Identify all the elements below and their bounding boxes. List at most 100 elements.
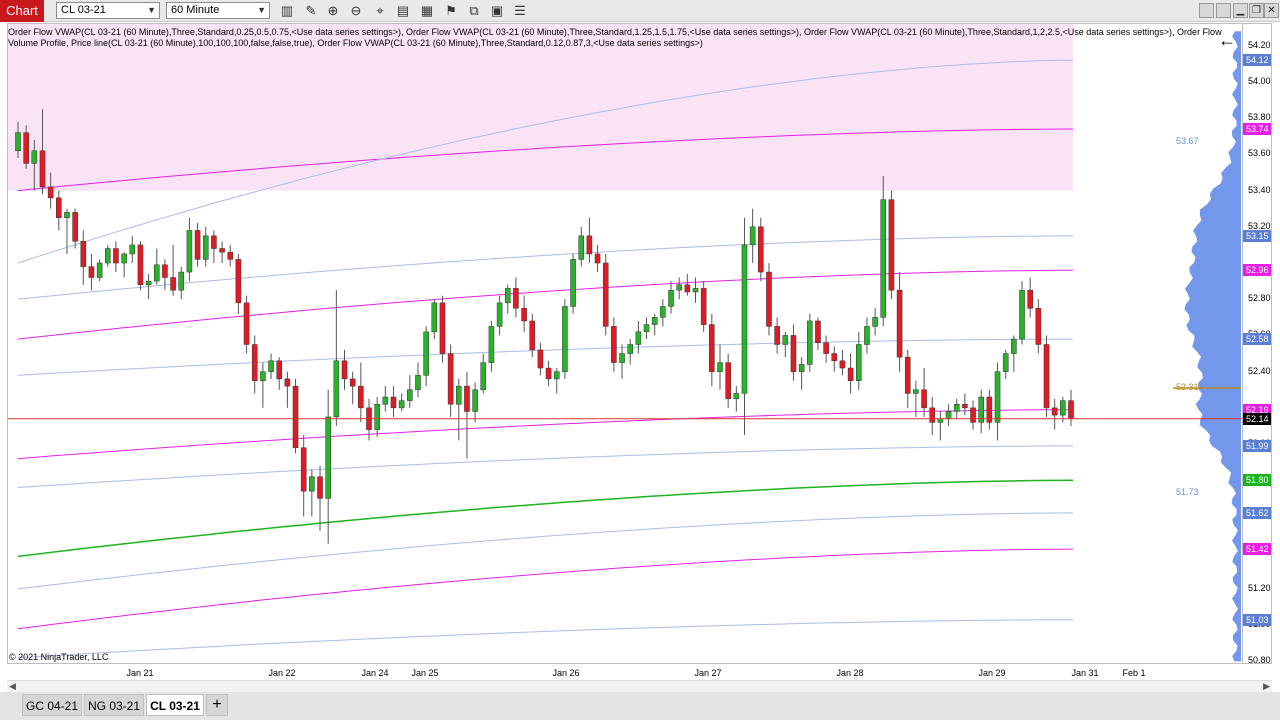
- candle-body: [415, 375, 421, 391]
- templates-icon[interactable]: ⧉: [465, 2, 483, 20]
- arrow-left-icon[interactable]: ←: [1218, 30, 1236, 51]
- bars-icon[interactable]: ▥: [278, 2, 296, 20]
- candle-body: [798, 364, 805, 372]
- candle-body: [300, 447, 307, 492]
- zoom-out-icon[interactable]: ⊖: [347, 2, 365, 20]
- candle-body: [562, 306, 568, 372]
- chart-panel[interactable]: Order Flow VWAP(CL 03-21 (60 Minute),Thr…: [7, 23, 1272, 664]
- candle-body: [537, 349, 544, 369]
- title-bar: Chart CL 03-21 ▼ 60 Minute ▼ ▥ ✎ ⊕ ⊖ ⌖ ▤…: [0, 0, 1280, 22]
- candle-body: [464, 385, 470, 412]
- candle-body: [235, 259, 242, 304]
- candle-body: [407, 389, 413, 401]
- candle-body: [872, 317, 878, 327]
- candle-body: [333, 360, 340, 418]
- price-tick-label: 53.80: [1248, 112, 1271, 123]
- volume-profile-label: 53.67: [1176, 135, 1199, 146]
- candle-body: [96, 262, 103, 278]
- price-marker: 51.80: [1243, 474, 1271, 487]
- vwap-band-line: [17, 548, 1074, 630]
- candle-body: [627, 344, 633, 354]
- restore-icon[interactable]: ❐: [1249, 3, 1264, 18]
- horizontal-scrollbar[interactable]: ◀ ▶: [7, 680, 1272, 692]
- candle-body: [815, 320, 821, 343]
- candle-body: [317, 476, 323, 499]
- candle-body: [88, 266, 95, 278]
- candle-body: [292, 385, 299, 448]
- candle-body: [251, 344, 258, 381]
- candle-body: [847, 367, 854, 381]
- candle-body: [145, 280, 152, 285]
- vwap-band-line: [17, 338, 1073, 376]
- properties-icon[interactable]: ▤: [394, 2, 412, 20]
- time-tick-label: Jan 26: [552, 668, 580, 678]
- candle-body: [488, 326, 495, 363]
- candle-body: [692, 288, 699, 293]
- tab-gc[interactable]: GC 04-21: [22, 694, 82, 716]
- volume-profile-label: 52.31: [1176, 381, 1199, 392]
- instrument-selector[interactable]: CL 03-21 ▼: [56, 2, 160, 19]
- zoom-in-icon[interactable]: ⊕: [324, 2, 342, 20]
- candle-body: [937, 418, 944, 423]
- candle-body: [227, 251, 234, 260]
- time-tick-label: Feb 1: [1122, 668, 1146, 678]
- candle-body: [504, 288, 511, 304]
- tab-bar: GC 04-21 NG 03-21 CL 03-21 +: [0, 692, 1280, 720]
- time-tick-label: Jan 27: [694, 668, 722, 678]
- strategies-icon[interactable]: ⚑: [442, 2, 460, 20]
- candle-body: [586, 235, 593, 255]
- price-tick-label: 53.40: [1248, 184, 1271, 195]
- minimize-icon[interactable]: ▁: [1233, 3, 1248, 18]
- interval-value: 60 Minute: [171, 4, 220, 16]
- time-tick-label: Jan 24: [361, 668, 389, 678]
- chevron-down-icon: ▼: [257, 5, 266, 15]
- candle-body: [64, 212, 70, 218]
- candle-body: [15, 132, 21, 152]
- candle-body: [374, 404, 380, 430]
- chevron-down-icon: ▼: [147, 5, 156, 15]
- pencil-icon[interactable]: ✎: [302, 2, 320, 20]
- candle-body: [398, 400, 405, 409]
- time-axis[interactable]: Jan 21 Jan 22 Jan 24 Jan 25 Jan 26 Jan 27 Jan …: [7, 664, 1272, 680]
- candle-body: [341, 360, 348, 380]
- candle-body: [888, 199, 895, 291]
- candle-body: [766, 271, 772, 327]
- candle-body: [423, 331, 429, 376]
- tab-ng[interactable]: NG 03-21: [84, 694, 144, 716]
- candle-body: [447, 353, 454, 405]
- candle-body: [578, 235, 585, 260]
- candle-body: [194, 230, 201, 260]
- candle-body: [529, 320, 536, 351]
- window-link-icon[interactable]: [1216, 3, 1231, 18]
- window-link-icon[interactable]: [1199, 3, 1214, 18]
- candle-body: [643, 324, 650, 333]
- price-marker: 52.96: [1243, 264, 1271, 277]
- candle-body: [741, 244, 748, 394]
- candle-body: [913, 389, 919, 394]
- candle-body: [129, 244, 136, 255]
- tab-cl[interactable]: CL 03-21: [146, 694, 204, 716]
- data-box-icon[interactable]: ▦: [418, 2, 436, 20]
- candle-body: [676, 284, 682, 291]
- candle-body: [47, 186, 54, 199]
- close-icon[interactable]: ✕: [1264, 3, 1279, 18]
- candle-body: [382, 396, 389, 405]
- candle-body: [284, 378, 291, 387]
- candle-body: [431, 302, 438, 333]
- interval-selector[interactable]: 60 Minute ▼: [166, 2, 270, 19]
- copyright-text: © 2021 NinjaTrader, LLC: [9, 652, 109, 662]
- candle-body: [855, 344, 862, 381]
- crosshair-icon[interactable]: ⌖: [371, 2, 389, 20]
- candle-body: [970, 407, 976, 423]
- add-tab-button[interactable]: +: [206, 694, 228, 716]
- chart-trader-icon[interactable]: ▣: [488, 2, 506, 20]
- scroll-left-icon[interactable]: ◀: [9, 681, 16, 692]
- candle-body: [570, 259, 576, 307]
- candle-body: [921, 389, 927, 409]
- price-chart[interactable]: [8, 24, 1272, 664]
- candle-body: [349, 378, 356, 387]
- list-icon[interactable]: ☰: [511, 2, 529, 20]
- candle-body: [896, 289, 903, 358]
- candle-body: [1068, 400, 1074, 419]
- scroll-right-icon[interactable]: ▶: [1263, 681, 1270, 692]
